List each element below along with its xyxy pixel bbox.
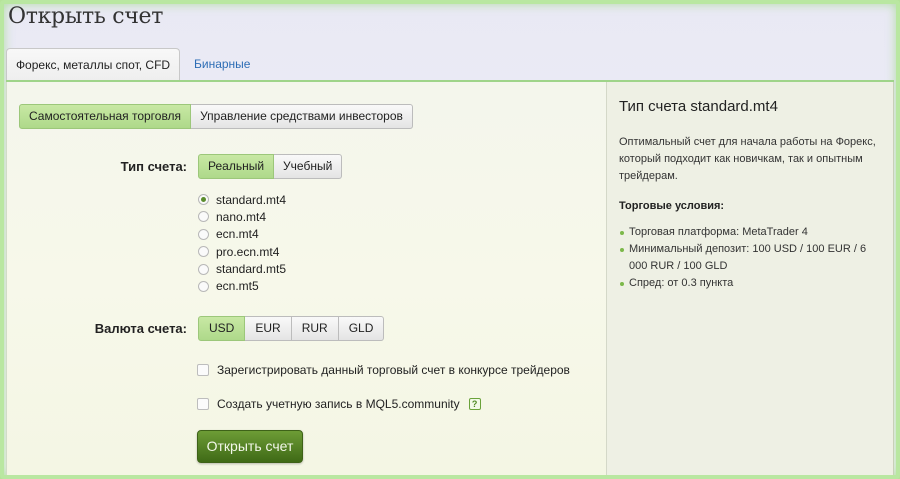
form-panel: Самостоятельная торговля Управление сред…: [6, 82, 606, 475]
radio-button[interactable]: [198, 280, 209, 292]
radio-button[interactable]: [198, 194, 209, 205]
currency-usd-button[interactable]: USD: [198, 316, 246, 341]
tab-forex[interactable]: Форекс, металлы спот, CFD: [6, 48, 180, 81]
mode-self-trading-button[interactable]: Самостоятельная торговля: [19, 104, 192, 129]
account-type-switch: Реальный Учебный: [198, 154, 343, 179]
currency-gld-button[interactable]: GLD: [338, 316, 385, 341]
radio-label: standard.mt4: [216, 192, 287, 207]
tab-binary-options[interactable]: Бинарные опционы: [186, 48, 258, 104]
radio-ecn-mt5[interactable]: ecn.mt5: [198, 278, 286, 295]
radio-button[interactable]: [198, 228, 209, 240]
account-info-description: Оптимальный счет для начала работы на Фо…: [619, 136, 876, 182]
mql5-checkbox[interactable]: [197, 398, 209, 410]
mode-investor-management-button[interactable]: Управление средствами инвесторов: [191, 104, 413, 129]
radio-ecn-mt4[interactable]: ecn.mt4: [198, 226, 286, 243]
account-info-panel: Тип счета standard.mt4 Оптимальный счет …: [606, 82, 894, 475]
radio-pro-ecn-mt4[interactable]: pro.ecn.mt4: [198, 243, 286, 260]
window-frame: Открыть счет Форекс, металлы спот, CFD Б…: [0, 0, 900, 479]
radio-button[interactable]: [198, 211, 209, 223]
radio-label: standard.mt5: [216, 262, 287, 277]
currency-eur-button[interactable]: EUR: [245, 316, 292, 341]
mql5-checkbox-label: Создать учетную запись в MQL5.community: [217, 397, 460, 411]
radio-button[interactable]: [198, 263, 209, 275]
currency-switch: USD EUR RUR GLD: [198, 316, 385, 341]
trading-mode-switch: Самостоятельная торговля Управление сред…: [19, 104, 413, 129]
open-account-button[interactable]: Открыть счет: [197, 430, 303, 463]
question-icon[interactable]: ?: [468, 398, 481, 410]
radio-label: ecn.mt4: [216, 227, 259, 242]
account-info-title: Тип счета standard.mt4: [619, 98, 778, 115]
account-type-label: Тип счета:: [120, 159, 187, 174]
account-type-demo-button[interactable]: Учебный: [274, 154, 343, 179]
list-item: Минимальный депозит: 100 USD / 100 EUR /…: [619, 241, 887, 275]
conditions-list: Торговая платформа: MetaTrader 4 Минимал…: [619, 224, 887, 292]
radio-label: pro.ecn.mt4: [216, 244, 280, 259]
radio-nano-mt4[interactable]: nano.mt4: [198, 208, 286, 225]
contest-checkbox-label: Зарегистрировать данный торговый счет в …: [217, 363, 570, 377]
radio-label: ecn.mt5: [216, 279, 259, 294]
mql5-checkbox-row[interactable]: Создать учетную запись в MQL5.community …: [197, 397, 481, 411]
contest-checkbox[interactable]: [197, 364, 209, 376]
contest-checkbox-row[interactable]: Зарегистрировать данный торговый счет в …: [197, 363, 570, 377]
currency-rur-button[interactable]: RUR: [291, 316, 339, 341]
radio-standard-mt5[interactable]: standard.mt5: [198, 261, 286, 278]
conditions-title: Торговые условия:: [619, 200, 725, 212]
currency-label: Валюта счета:: [94, 321, 187, 336]
list-item: Спред: от 0.3 пункта: [619, 275, 887, 292]
page-title: Открыть счет: [8, 4, 164, 29]
account-radio-group: standard.mt4 nano.mt4 ecn.mt4 pro.ecn.mt…: [198, 191, 286, 295]
radio-standard-mt4[interactable]: standard.mt4: [198, 191, 286, 208]
account-type-real-button[interactable]: Реальный: [198, 154, 275, 179]
list-item: Торговая платформа: MetaTrader 4: [619, 224, 887, 241]
radio-button[interactable]: [198, 246, 209, 258]
radio-label: nano.mt4: [216, 209, 267, 224]
